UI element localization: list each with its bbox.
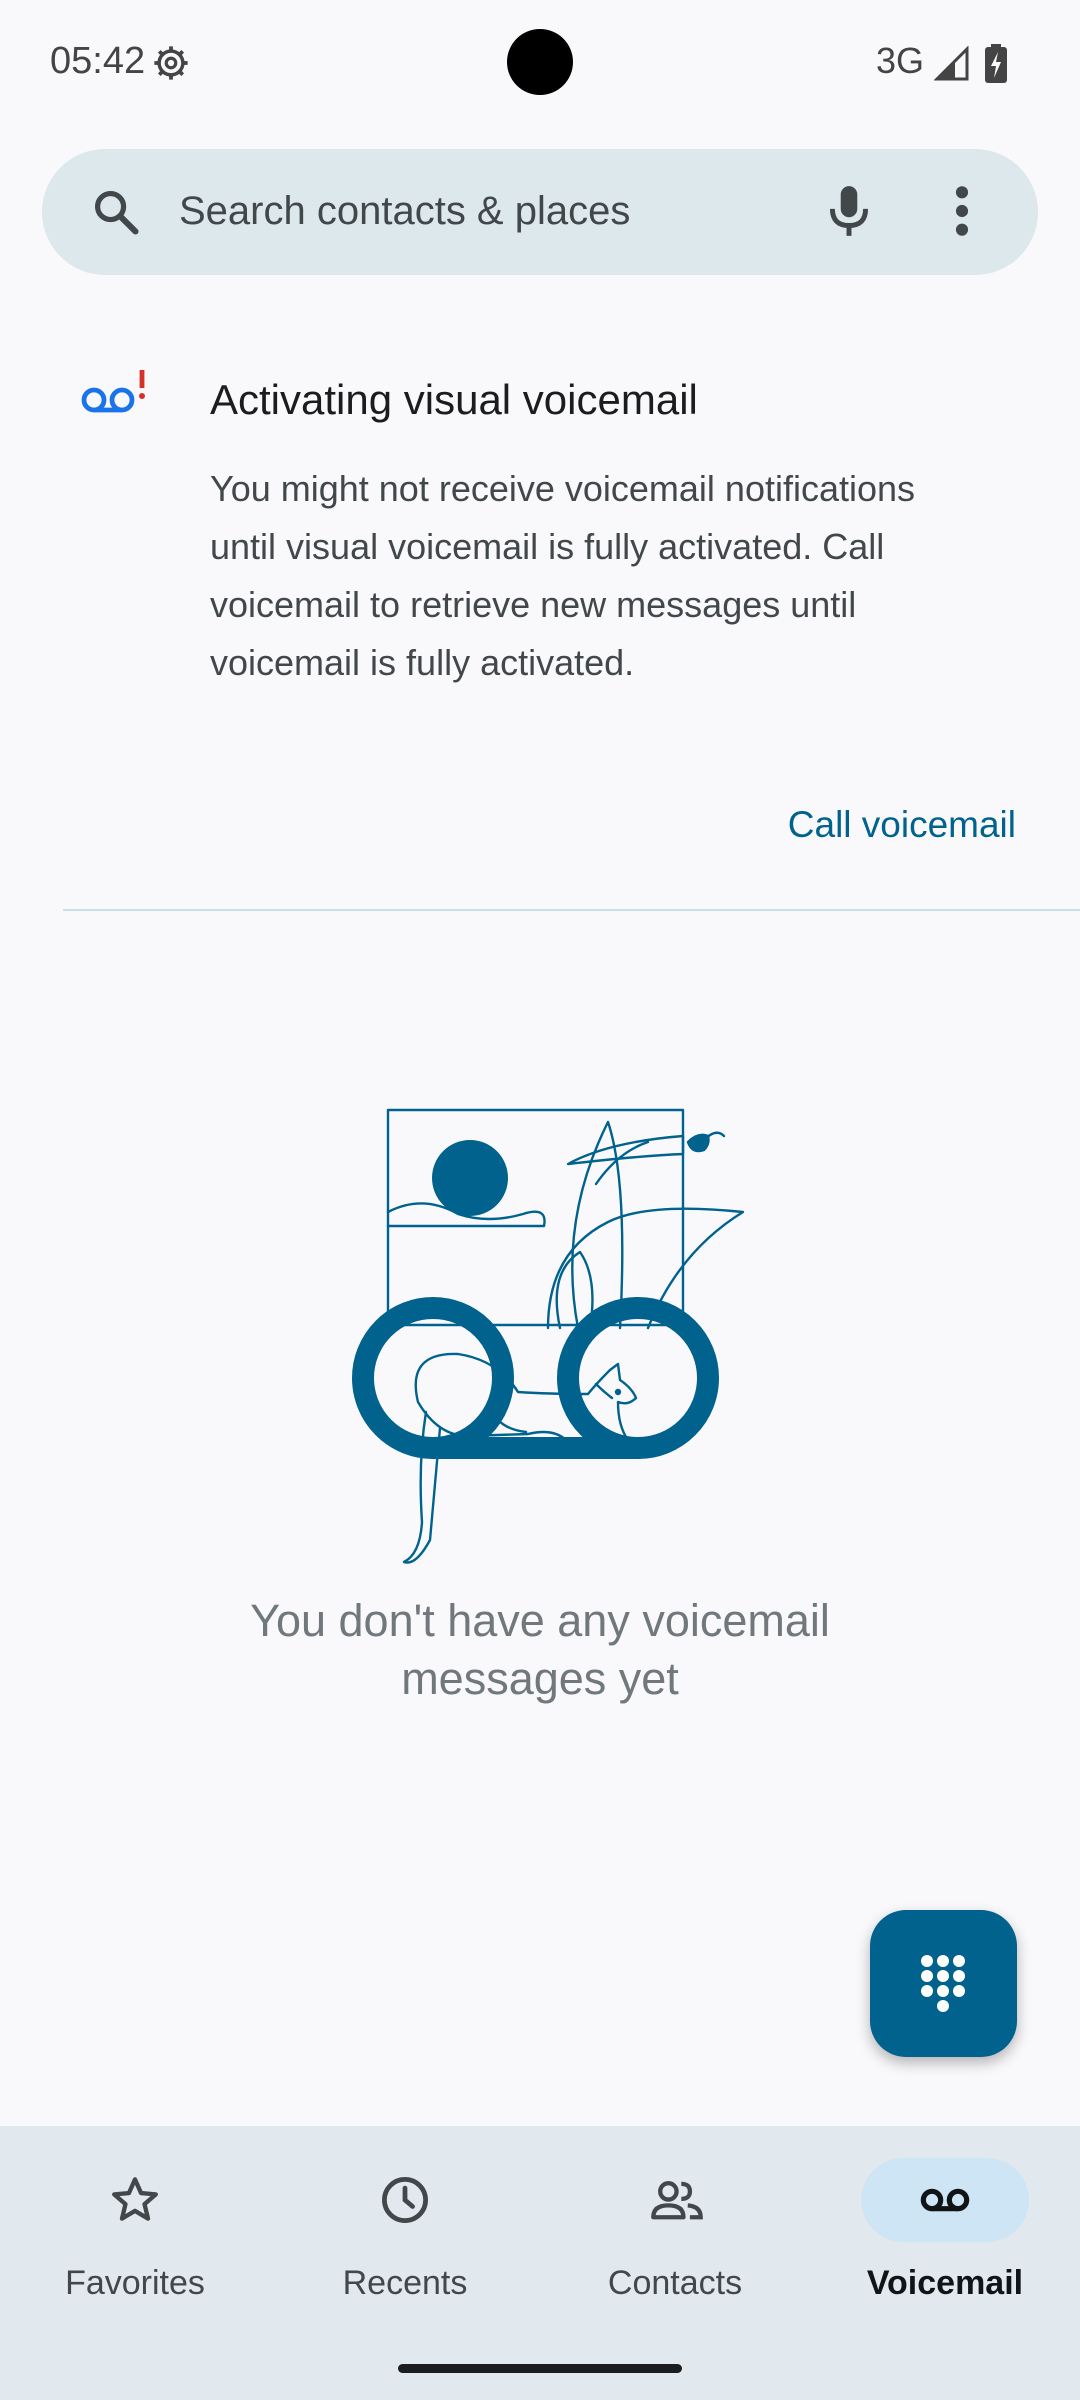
home-indicator[interactable]	[398, 2364, 682, 2373]
people-icon	[649, 2174, 705, 2231]
bottom-navigation: Favorites Recents Contacts Voicemail	[0, 2126, 1080, 2400]
nav-contacts[interactable]: Contacts	[540, 2126, 810, 2356]
nav-label-voicemail: Voicemail	[866, 2264, 1024, 2302]
banner-title: Activating visual voicemail	[210, 376, 698, 423]
search-input[interactable]: Search contacts & places	[179, 189, 630, 234]
call-voicemail-button[interactable]: Call voicemail	[746, 795, 1016, 855]
nav-favorites[interactable]: Favorites	[0, 2126, 270, 2356]
network-type: 3G	[876, 40, 925, 81]
clock-icon	[379, 2174, 431, 2231]
star-icon	[109, 2174, 161, 2231]
settings-gear-icon	[152, 44, 190, 87]
search-icon[interactable]	[90, 186, 142, 243]
battery-charging-icon	[984, 44, 1008, 89]
nav-recents[interactable]: Recents	[270, 2126, 540, 2356]
dialpad-icon	[920, 1954, 966, 2017]
nav-label-recents: Recents	[342, 2264, 468, 2302]
camera-cutout	[507, 29, 573, 95]
divider	[63, 909, 1080, 911]
voicemail-alert-icon	[80, 368, 150, 421]
signal-icon	[933, 45, 970, 87]
search-bar[interactable]: Search contacts & places	[42, 149, 1038, 275]
dialpad-button[interactable]	[870, 1910, 1017, 2057]
more-vert-icon[interactable]	[952, 183, 972, 244]
banner-message: You might not receive voicemail notifica…	[210, 468, 916, 683]
nav-label-favorites: Favorites	[65, 2264, 205, 2302]
status-time: 05:42	[50, 40, 146, 82]
empty-state-message: You don't have any voicemail messages ye…	[250, 1595, 830, 1704]
nav-label-contacts: Contacts	[607, 2264, 743, 2302]
mic-icon[interactable]	[824, 182, 874, 245]
voicemail-icon	[919, 2174, 971, 2231]
status-bar: 05:42 3G	[0, 0, 1080, 130]
empty-voicemail-illustration	[348, 1102, 748, 1577]
active-indicator	[861, 2158, 1029, 2242]
nav-voicemail[interactable]: Voicemail	[810, 2126, 1080, 2356]
